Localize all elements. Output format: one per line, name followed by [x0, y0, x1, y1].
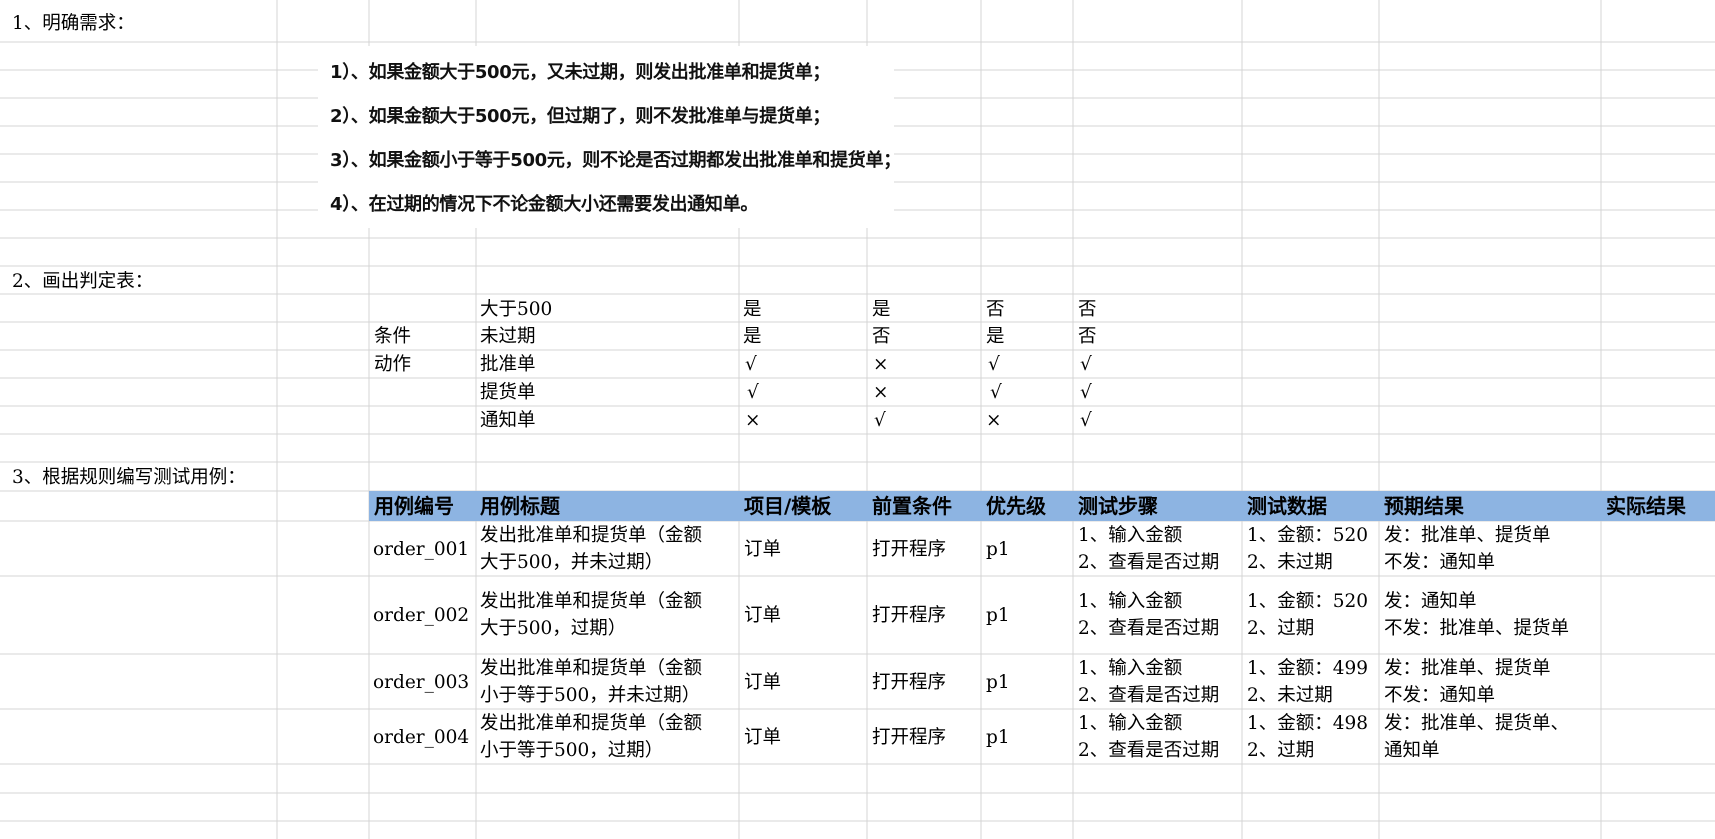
case-priority: p1: [986, 539, 1010, 560]
case-expected-line: 不发：通知单: [1384, 685, 1496, 706]
case-data-line: 2、未过期: [1247, 685, 1333, 706]
column-header: 前置条件: [872, 494, 952, 518]
case-title-line: 发出批准单和提货单（金额: [480, 658, 703, 679]
case-id: order_001: [373, 539, 470, 560]
case-priority: p1: [986, 727, 1010, 748]
case-step-line: 1、输入金额: [1078, 525, 1183, 546]
case-title-line: 小于等于500，过期）: [480, 740, 664, 761]
case-title-line: 发出批准单和提货单（金额: [480, 713, 703, 734]
section-title-test-cases: 3、根据规则编写测试用例：: [12, 467, 246, 488]
case-data-line: 2、未过期: [1247, 552, 1333, 573]
requirement-line-3: 3）、如果金额小于等于500元，则不论是否过期都发出批准单和提货单；: [330, 150, 901, 171]
requirements-image: 1）、如果金额大于500元，又未过期，则发出批准单和提货单； 2）、如果金额大于…: [318, 46, 901, 228]
case-step-line: 2、查看是否过期: [1078, 685, 1220, 706]
case-id: order_002: [373, 605, 470, 626]
case-data-line: 1、金额：520: [1247, 525, 1369, 546]
case-title-line: 大于500，过期）: [480, 618, 627, 639]
column-header: 预期结果: [1384, 494, 1464, 518]
decision-value: ×: [873, 382, 889, 403]
case-expected-line: 发：批准单、提货单、: [1384, 713, 1570, 734]
column-header: 测试步骤: [1078, 494, 1158, 518]
case-step-line: 1、输入金额: [1078, 591, 1183, 612]
decision-value: ×: [745, 410, 761, 431]
case-title-line: 发出批准单和提货单（金额: [480, 591, 703, 612]
case-module: 订单: [744, 605, 782, 626]
column-header: 优先级: [986, 494, 1046, 518]
decision-value: 否: [986, 299, 1005, 320]
case-module: 订单: [744, 672, 782, 693]
case-precondition: 打开程序: [872, 727, 947, 748]
case-module: 订单: [744, 539, 782, 560]
decision-value: 否: [872, 326, 891, 347]
case-expected-line: 通知单: [1384, 740, 1440, 761]
decision-row-label: 大于500: [480, 299, 553, 320]
case-priority: p1: [986, 605, 1010, 626]
case-precondition: 打开程序: [872, 605, 947, 626]
case-expected-line: 发：通知单: [1384, 591, 1477, 612]
case-data-line: 1、金额：498: [1247, 713, 1369, 734]
case-id: order_003: [373, 672, 470, 693]
requirement-line-1: 1）、如果金额大于500元，又未过期，则发出批准单和提货单；: [330, 62, 831, 83]
case-module: 订单: [744, 727, 782, 748]
decision-row-label: 批准单: [480, 354, 536, 375]
decision-group-action: 动作: [374, 354, 412, 375]
decision-value: √: [874, 410, 886, 431]
decision-value: √: [990, 382, 1002, 403]
case-step-line: 2、查看是否过期: [1078, 552, 1220, 573]
decision-value: ×: [873, 354, 889, 375]
decision-value: √: [745, 354, 757, 375]
decision-value: √: [747, 382, 759, 403]
case-step-line: 1、输入金额: [1078, 658, 1183, 679]
decision-value: 是: [986, 326, 1005, 347]
decision-value: √: [1080, 354, 1092, 375]
decision-value: 否: [1078, 326, 1097, 347]
column-header: 用例标题: [480, 494, 560, 518]
case-id: order_004: [373, 727, 470, 748]
case-title-line: 小于等于500，并未过期）: [480, 685, 701, 706]
case-step-line: 2、查看是否过期: [1078, 618, 1220, 639]
case-data-line: 2、过期: [1247, 740, 1315, 761]
decision-row-label: 通知单: [480, 410, 536, 431]
column-header: 项目/模板: [744, 494, 832, 518]
case-precondition: 打开程序: [872, 672, 947, 693]
case-title-line: 大于500，并未过期）: [480, 552, 664, 573]
requirement-line-4: 4）、在过期的情况下不论金额大小还需要发出通知单。: [330, 194, 759, 215]
case-step-line: 2、查看是否过期: [1078, 740, 1220, 761]
decision-group-condition: 条件: [374, 326, 412, 347]
decision-value: ×: [986, 410, 1002, 431]
column-header: 实际结果: [1606, 494, 1686, 518]
requirement-line-2: 2）、如果金额大于500元，但过期了，则不发批准单与提货单；: [330, 106, 831, 127]
case-data-line: 1、金额：520: [1247, 591, 1369, 612]
case-precondition: 打开程序: [872, 539, 947, 560]
decision-value: 是: [872, 299, 891, 320]
case-expected-line: 发：批准单、提货单: [1384, 658, 1551, 679]
case-data-line: 1、金额：499: [1247, 658, 1369, 679]
column-header: 用例编号: [374, 494, 454, 518]
decision-value: 否: [1078, 299, 1097, 320]
section-title-requirements: 1、明确需求：: [12, 13, 135, 34]
case-expected-line: 不发：通知单: [1384, 552, 1496, 573]
section-title-decision-table: 2、画出判定表：: [12, 271, 154, 292]
decision-value: √: [1080, 382, 1092, 403]
decision-value: 是: [743, 299, 762, 320]
case-title-line: 发出批准单和提货单（金额: [480, 525, 703, 546]
decision-value: √: [988, 354, 1000, 375]
decision-value: 是: [743, 326, 762, 347]
case-step-line: 1、输入金额: [1078, 713, 1183, 734]
decision-row-label: 提货单: [480, 382, 536, 403]
column-header: 测试数据: [1247, 494, 1327, 518]
case-expected-line: 发：批准单、提货单: [1384, 525, 1551, 546]
case-expected-line: 不发：批准单、提货单: [1384, 618, 1570, 639]
case-data-line: 2、过期: [1247, 618, 1315, 639]
decision-value: √: [1080, 410, 1092, 431]
decision-row-label: 未过期: [480, 326, 536, 347]
case-priority: p1: [986, 672, 1010, 693]
